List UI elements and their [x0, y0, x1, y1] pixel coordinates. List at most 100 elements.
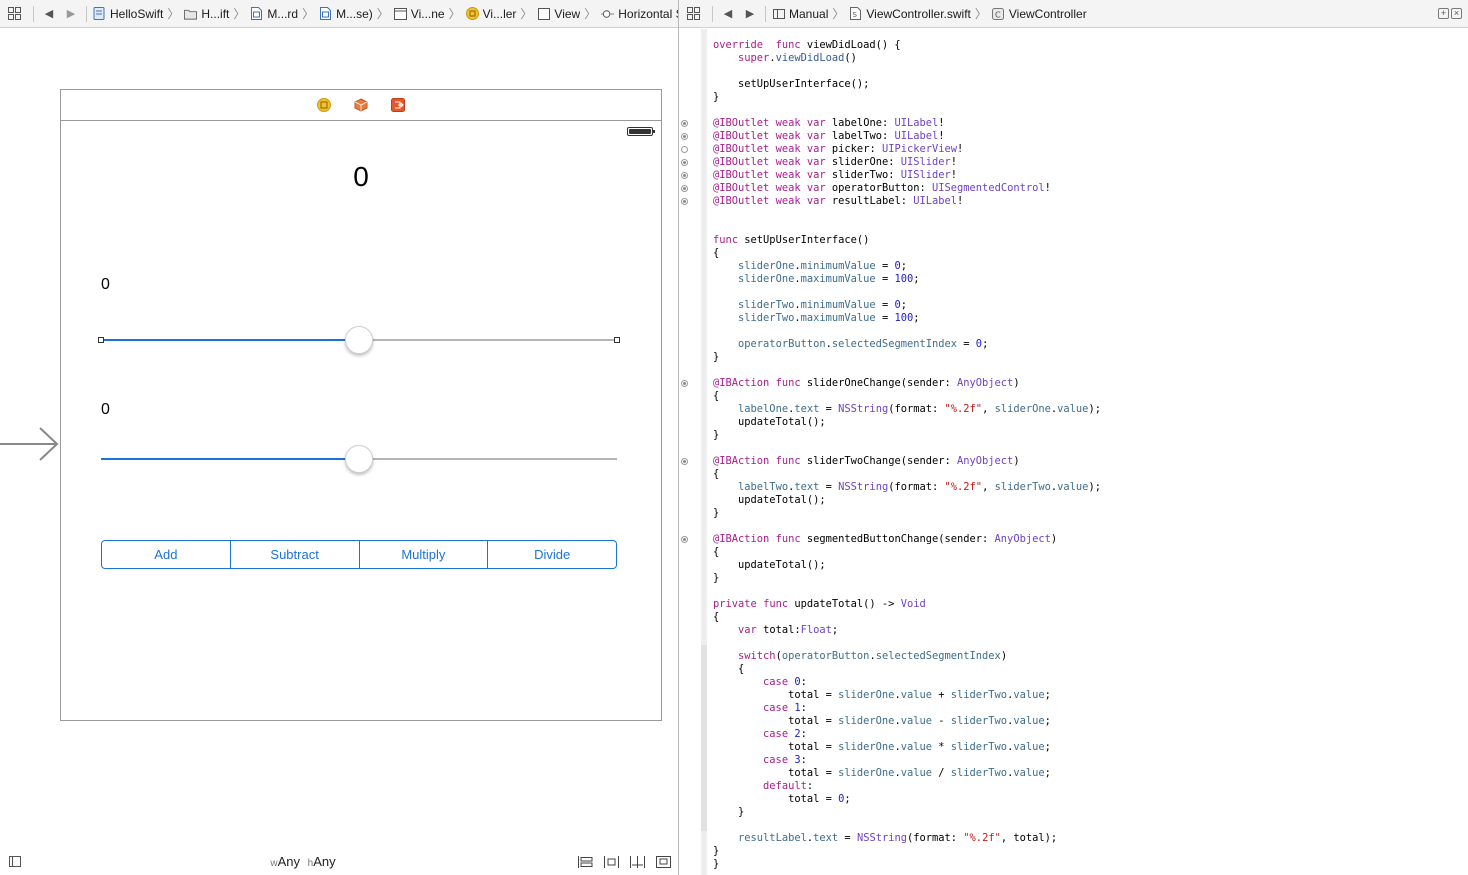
resize-handle-left[interactable]	[98, 337, 104, 343]
code-line: default:	[763, 780, 814, 792]
source-code[interactable]: override func viewDidLoad() { super.view…	[713, 39, 1101, 871]
code-line: case 1:	[763, 702, 807, 714]
editor-gutter[interactable]	[679, 29, 707, 875]
code-line: case 3:	[763, 754, 807, 766]
right-jump-bar: ◀ ▶ Manual 〉 S ViewController.swift 〉 C …	[679, 0, 1468, 28]
chevron-right-icon: 〉	[376, 7, 389, 21]
chevron-right-icon: 〉	[974, 7, 987, 21]
crumb-item[interactable]: M...se)	[317, 3, 375, 25]
add-editor-icon[interactable]: +	[1438, 8, 1449, 19]
slider-fill	[101, 458, 359, 460]
stack-icon[interactable]	[577, 855, 593, 868]
code-line: @IBOutlet weak var sliderOne: UISlider!	[713, 156, 958, 168]
layout-tools	[577, 855, 671, 868]
segment-divide[interactable]: Divide	[487, 541, 616, 568]
crumb-item[interactable]: H...ift	[182, 3, 231, 25]
crumb-item[interactable]: HelloSwift	[91, 3, 165, 25]
code-line: sliderOne.minimumValue = 0;	[738, 260, 907, 272]
folder-icon	[184, 7, 198, 20]
back-arrow-icon[interactable]: ◀	[717, 3, 739, 25]
crumb-label: M...se)	[336, 6, 373, 21]
code-line: total = sliderOne.value * sliderTwo.valu…	[713, 741, 1051, 753]
crumb-manual[interactable]: Manual	[770, 3, 830, 25]
size-class-selector[interactable]: wAny hAny	[0, 854, 606, 869]
code-line: updateTotal();	[713, 416, 826, 428]
outlet-connection-icon[interactable]	[681, 133, 688, 140]
code-line: {	[713, 546, 720, 558]
outlet-connection-icon[interactable]	[681, 536, 688, 543]
crumb-item[interactable]: Horizontal Slider	[599, 3, 678, 25]
result-label[interactable]: 0	[61, 161, 661, 193]
view-controller-icon[interactable]	[317, 98, 332, 113]
view-controller-scene[interactable]: 0 0 0 Add Subtract Multiply Divide	[60, 89, 662, 721]
project-icon	[93, 7, 106, 20]
outlet-connection-icon[interactable]	[681, 159, 688, 166]
crumb-symbol[interactable]: C ViewController	[990, 3, 1089, 25]
code-line: setUpUserInterface();	[713, 78, 870, 90]
canvas-bottom-bar: wAny hAny	[0, 848, 678, 875]
code-line: }	[713, 858, 720, 870]
assistant-mode-icon	[772, 7, 785, 20]
code-line: @IBOutlet weak var resultLabel: UILabel!	[713, 195, 964, 207]
storyboard-icon	[250, 7, 263, 20]
code-line: }	[713, 806, 745, 818]
outlet-connection-icon[interactable]	[681, 380, 688, 387]
related-items-grid-icon[interactable]	[3, 3, 25, 25]
resize-handle-right[interactable]	[614, 337, 620, 343]
forward-arrow-icon[interactable]: ▶	[60, 3, 82, 25]
operator-segmented-control[interactable]: Add Subtract Multiply Divide	[101, 540, 617, 569]
outlet-connection-icon[interactable]	[681, 120, 688, 127]
outlet-connection-icon[interactable]	[681, 198, 688, 205]
crumb-item[interactable]: M...rd	[248, 3, 300, 25]
class-icon: C	[992, 7, 1005, 20]
outlet-connection-icon[interactable]	[681, 185, 688, 192]
code-line: }	[713, 91, 720, 103]
slider-two[interactable]	[101, 444, 617, 474]
view-controller-icon	[465, 7, 479, 20]
label-one[interactable]: 0	[101, 276, 110, 294]
segment-subtract[interactable]: Subtract	[229, 541, 359, 568]
segment-add[interactable]: Add	[102, 541, 230, 568]
outlet-connection-icon[interactable]	[681, 146, 688, 153]
code-line: @IBAction func sliderTwoChange(sender: A…	[713, 455, 1020, 467]
slider-thumb[interactable]	[345, 326, 373, 354]
pin-icon[interactable]	[629, 855, 645, 868]
outlet-connection-icon[interactable]	[681, 172, 688, 179]
code-editor[interactable]: override func viewDidLoad() { super.view…	[679, 29, 1468, 875]
align-icon[interactable]	[603, 855, 619, 868]
slider-fill	[101, 339, 359, 341]
close-editor-icon[interactable]: ×	[1451, 8, 1462, 19]
chevron-right-icon: 〉	[233, 7, 246, 21]
fold-region[interactable]	[701, 645, 707, 831]
svg-text:S: S	[853, 11, 858, 19]
chevron-right-icon: 〉	[832, 7, 845, 21]
related-items-grid-icon[interactable]	[682, 3, 704, 25]
chevron-right-icon: 〉	[302, 7, 315, 21]
forward-arrow-icon[interactable]: ▶	[739, 3, 761, 25]
chevron-right-icon: 〉	[448, 7, 461, 21]
label-two[interactable]: 0	[101, 401, 110, 419]
segment-multiply[interactable]: Multiply	[358, 541, 488, 568]
code-line: override func viewDidLoad() {	[713, 39, 901, 51]
size-class-h-value: Any	[313, 854, 336, 869]
crumb-item[interactable]: View	[535, 3, 582, 25]
resolve-issues-icon[interactable]	[655, 855, 671, 868]
crumb-file[interactable]: S ViewController.swift	[847, 3, 972, 25]
crumb-item[interactable]: Vi...ler	[464, 3, 519, 25]
exit-icon[interactable]	[391, 98, 406, 113]
storyboard-canvas[interactable]: 0 0 0 Add Subtract Multiply Divide wAny hAn…	[0, 29, 678, 875]
scene-icon	[393, 7, 407, 20]
crumb-item[interactable]: Vi...ne	[392, 3, 447, 25]
back-arrow-icon[interactable]: ◀	[38, 3, 60, 25]
root-view[interactable]: 0 0 0 Add Subtract Multiply Divide	[61, 121, 661, 720]
first-responder-icon[interactable]	[354, 98, 369, 113]
slider-one[interactable]	[98, 325, 620, 355]
battery-icon	[627, 127, 655, 136]
outlet-connection-icon[interactable]	[681, 458, 688, 465]
code-folding-ribbon[interactable]	[701, 29, 707, 875]
slider-thumb[interactable]	[345, 445, 373, 473]
crumb-label: Vi...ler	[482, 6, 517, 21]
